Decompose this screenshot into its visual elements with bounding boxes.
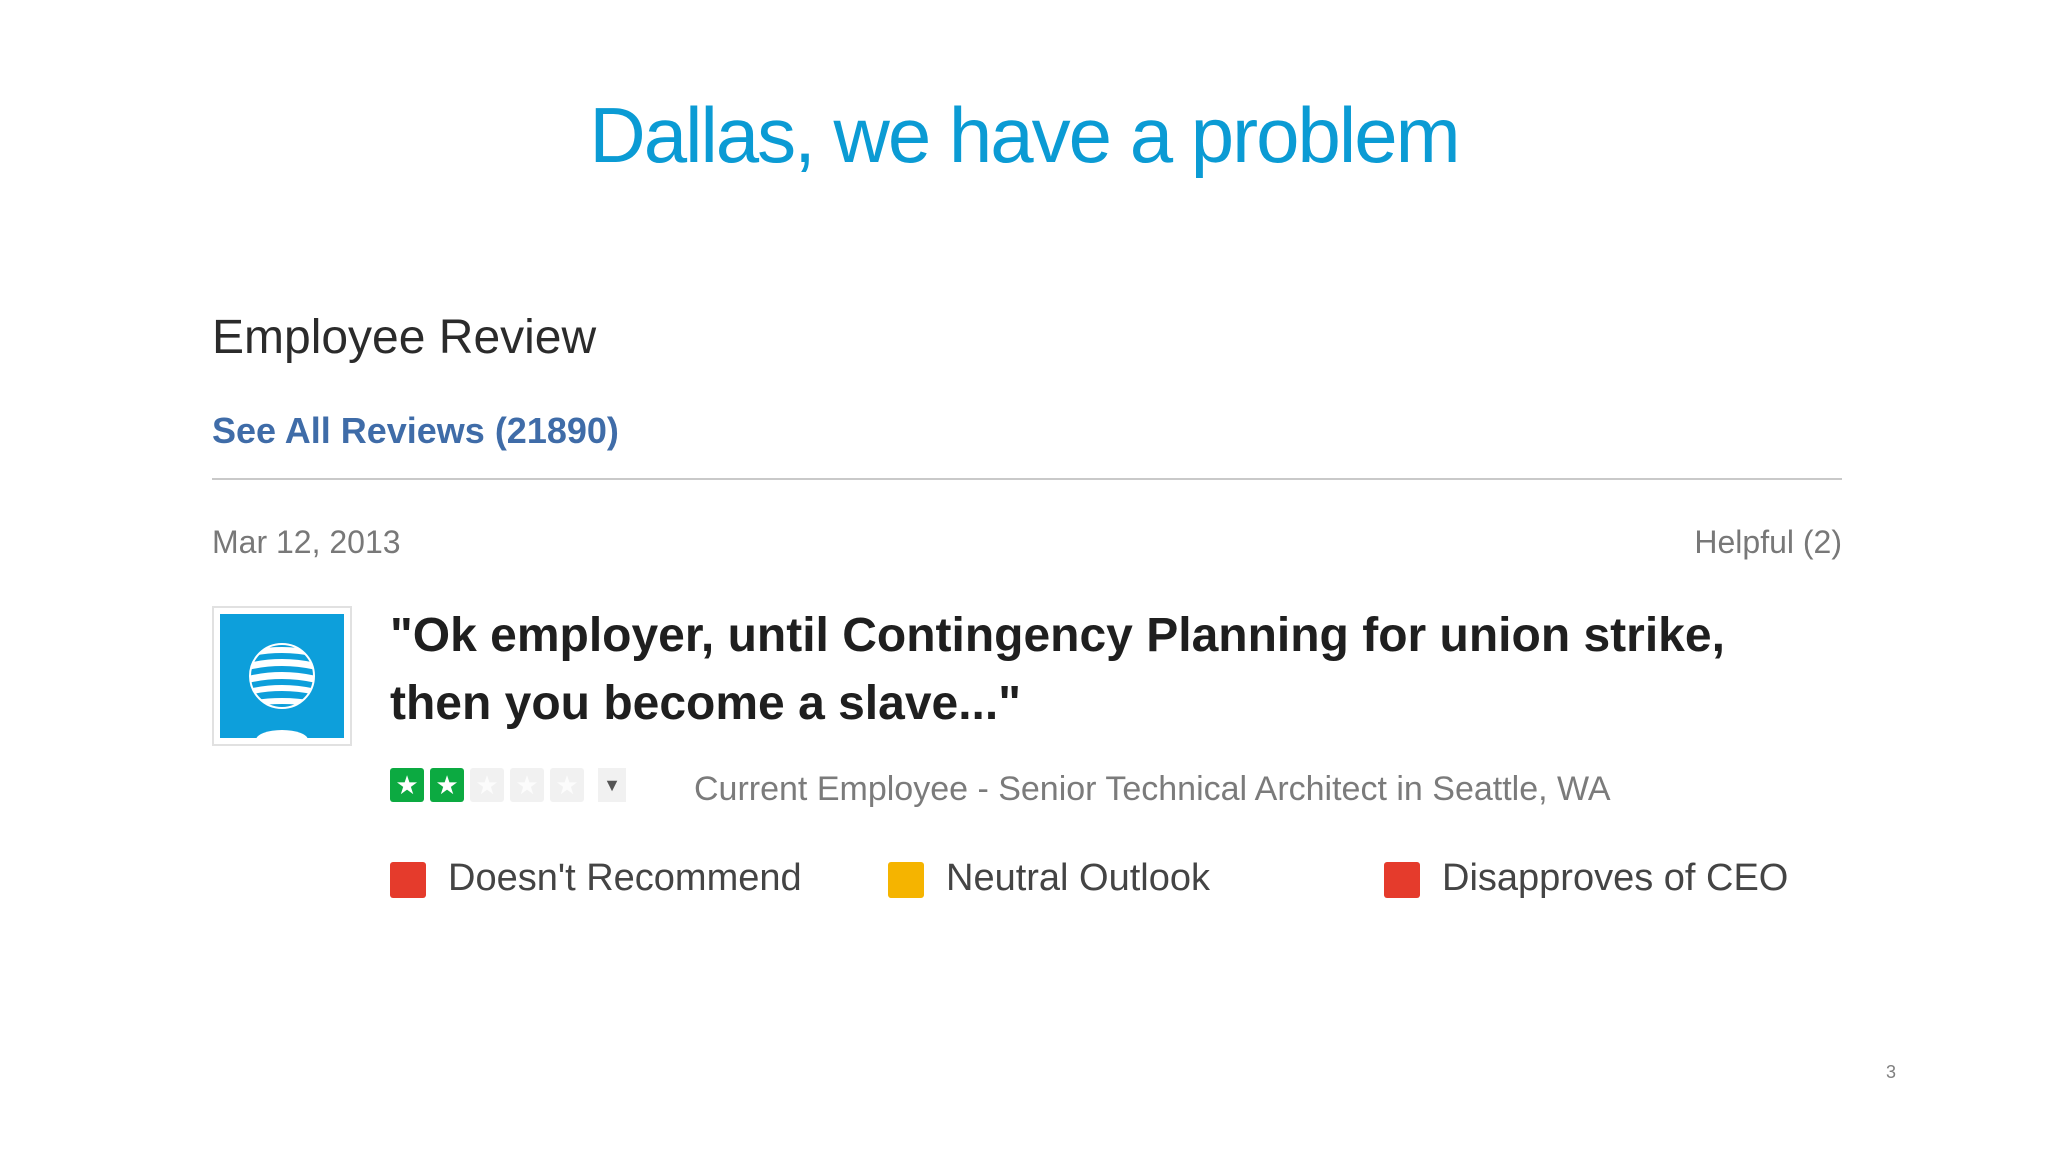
att-globe-logo-icon bbox=[249, 643, 315, 738]
star-empty-icon: ★ bbox=[510, 768, 544, 802]
review-title[interactable]: "Ok employer, until Contingency Planning… bbox=[390, 602, 1830, 738]
star-empty-icon: ★ bbox=[470, 768, 504, 802]
recommend-indicator: Doesn't Recommend bbox=[390, 856, 802, 900]
section-heading: Employee Review bbox=[212, 311, 597, 364]
company-logo[interactable] bbox=[212, 606, 352, 746]
status-square-icon bbox=[1384, 862, 1420, 898]
star-filled-icon: ★ bbox=[430, 768, 464, 802]
review-date: Mar 12, 2013 bbox=[212, 524, 401, 560]
rating-dropdown-button[interactable]: ▼ bbox=[598, 768, 626, 802]
indicator-label: Doesn't Recommend bbox=[448, 856, 802, 899]
helpful-button[interactable]: Helpful (2) bbox=[1694, 524, 1842, 561]
status-square-icon bbox=[390, 862, 426, 898]
indicator-label: Neutral Outlook bbox=[946, 856, 1211, 899]
indicator-label: Disapproves of CEO bbox=[1442, 856, 1789, 899]
star-filled-icon: ★ bbox=[390, 768, 424, 802]
star-empty-icon: ★ bbox=[550, 768, 584, 802]
see-all-reviews-link[interactable]: See All Reviews (21890) bbox=[212, 410, 619, 452]
employee-review-panel: Employee Review See All Reviews (21890) … bbox=[212, 300, 1842, 940]
slide-title: Dallas, we have a problem bbox=[589, 91, 1460, 179]
page-number: 3 bbox=[1886, 1062, 1897, 1082]
status-square-icon bbox=[888, 862, 924, 898]
chevron-down-icon: ▼ bbox=[603, 774, 621, 795]
ceo-approval-indicator: Disapproves of CEO bbox=[1384, 856, 1788, 900]
outlook-indicator: Neutral Outlook bbox=[888, 856, 1210, 900]
divider bbox=[212, 478, 1842, 480]
employee-info: Current Employee - Senior Technical Arch… bbox=[694, 770, 1611, 808]
